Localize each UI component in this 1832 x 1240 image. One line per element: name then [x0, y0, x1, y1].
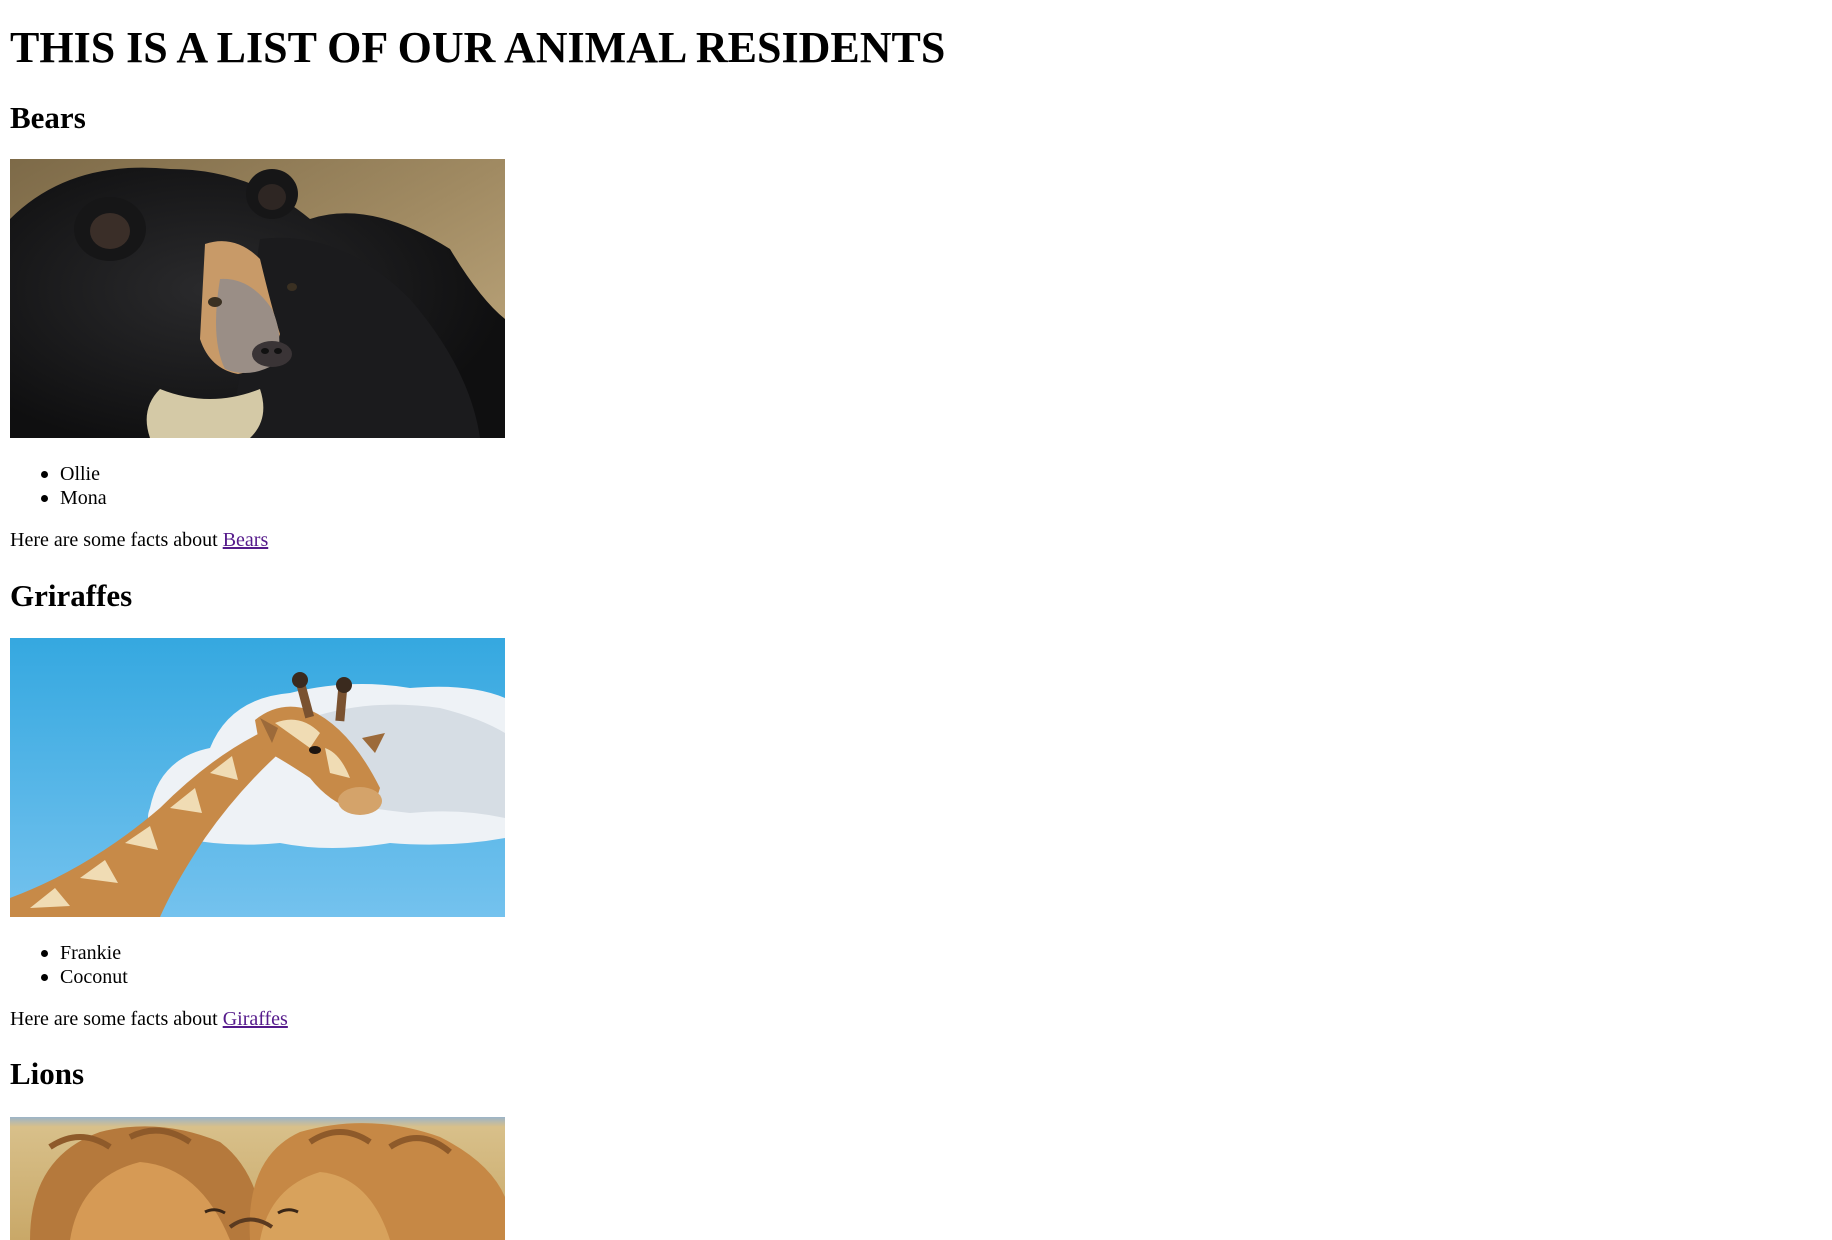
section-heading-bears: Bears — [10, 100, 86, 135]
resident-name: Mona — [60, 487, 107, 509]
bears-facts-link[interactable]: Bears — [223, 529, 269, 551]
bullet-icon — [41, 471, 48, 478]
facts-prefix: Here are some facts about — [10, 529, 218, 551]
list-item: Coconut — [41, 965, 128, 989]
facts-line-bears: Here are some facts about Bears — [10, 528, 268, 552]
resident-list-giraffes: Frankie Coconut — [41, 941, 128, 989]
section-heading-lions: Lions — [10, 1056, 85, 1091]
bear-photo — [10, 159, 505, 438]
bullet-icon — [41, 950, 48, 957]
resident-name: Frankie — [60, 942, 122, 964]
list-item: Mona — [41, 486, 107, 510]
facts-prefix: Here are some facts about — [10, 1008, 218, 1030]
lions-photo — [10, 1117, 505, 1240]
list-item: Frankie — [41, 941, 128, 965]
list-item: Ollie — [41, 462, 107, 486]
giraffes-facts-link[interactable]: Giraffes — [223, 1008, 288, 1030]
bullet-icon — [41, 495, 48, 502]
resident-name: Ollie — [60, 463, 100, 485]
facts-line-giraffes: Here are some facts about Giraffes — [10, 1007, 288, 1031]
resident-name: Coconut — [60, 966, 128, 988]
resident-list-bears: Ollie Mona — [41, 462, 107, 510]
giraffe-photo — [10, 638, 505, 917]
page: THIS IS A LIST OF OUR ANIMAL RESIDENTS B… — [0, 0, 1832, 1240]
section-heading-giraffes: Griraffes — [10, 578, 133, 613]
bullet-icon — [41, 974, 48, 981]
page-title: THIS IS A LIST OF OUR ANIMAL RESIDENTS — [10, 23, 946, 72]
